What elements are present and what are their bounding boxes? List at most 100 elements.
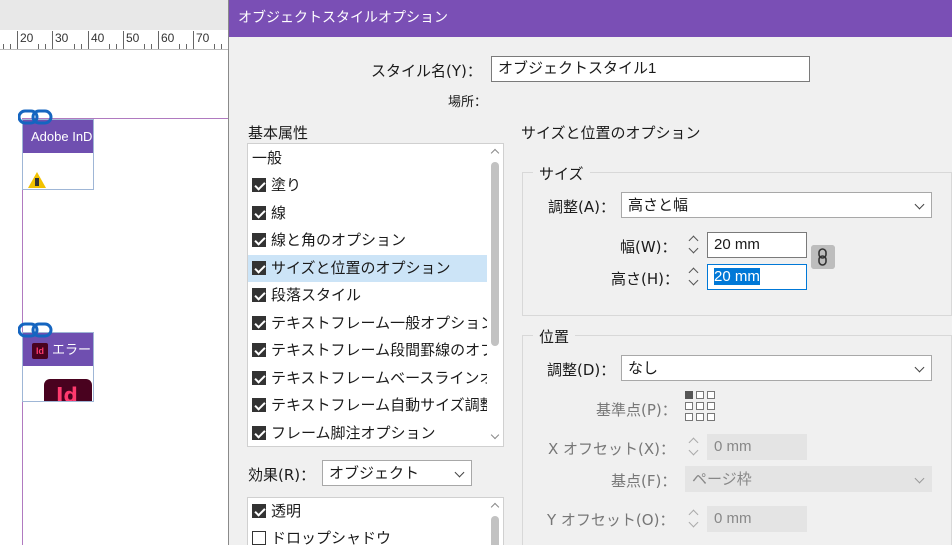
height-stepper[interactable] bbox=[685, 264, 703, 290]
effects-scrollbar[interactable] bbox=[487, 498, 503, 545]
ruler-tick bbox=[52, 31, 53, 49]
x-origin-value: ページ枠 bbox=[692, 470, 752, 488]
list-item-stroke[interactable]: 線 bbox=[248, 200, 488, 227]
height-input[interactable]: 20 mm bbox=[707, 264, 807, 290]
effects-list[interactable]: 透明 ドロップシャドウ bbox=[247, 497, 504, 545]
ruler-tick bbox=[144, 44, 145, 49]
checkbox[interactable] bbox=[252, 398, 266, 412]
ruler-tick bbox=[186, 44, 187, 49]
list-item-fill[interactable]: 塗り bbox=[248, 172, 488, 199]
ruler-tick bbox=[81, 44, 82, 49]
width-stepper[interactable] bbox=[685, 232, 703, 258]
size-adjust-value: 高さと幅 bbox=[628, 196, 689, 214]
scroll-up-icon[interactable] bbox=[490, 148, 500, 158]
position-adjust-value: なし bbox=[628, 359, 659, 377]
checkbox[interactable] bbox=[252, 531, 266, 545]
effects-select-value: オブジェクト bbox=[329, 464, 420, 482]
checkbox[interactable] bbox=[252, 288, 266, 302]
warning-mark bbox=[35, 178, 39, 186]
list-item-text-frame-auto-size[interactable]: テキストフレーム自動サイズ調整オプション bbox=[248, 392, 488, 419]
chevron-down-icon[interactable] bbox=[688, 243, 699, 254]
position-adjust-label: 調整(D)： bbox=[547, 361, 616, 379]
checkbox[interactable] bbox=[252, 426, 266, 440]
list-item-label: テキストフレーム一般オプション bbox=[271, 314, 488, 332]
ruler-number: 20 bbox=[20, 31, 34, 45]
constrain-proportions-link-icon[interactable] bbox=[811, 245, 835, 269]
list-item-frame-footnotes[interactable]: フレーム脚注オプション bbox=[248, 420, 488, 446]
indesign-large-icon: Id bbox=[44, 379, 92, 401]
image-frame-2[interactable]: Id エラーレ Id bbox=[22, 332, 94, 402]
ruler-tick bbox=[88, 31, 89, 49]
horizontal-ruler[interactable]: 20 30 40 50 60 70 bbox=[0, 30, 228, 50]
reference-point-locator-icon[interactable] bbox=[685, 391, 717, 423]
scroll-thumb[interactable] bbox=[491, 162, 499, 346]
ruler-tick bbox=[193, 31, 194, 49]
list-item-label: テキストフレーム自動サイズ調整オプション bbox=[271, 396, 488, 414]
height-input-selected-text: 20 mm bbox=[714, 268, 760, 285]
position-adjust-select[interactable]: なし bbox=[621, 355, 932, 381]
chevron-down-icon[interactable] bbox=[688, 517, 699, 528]
list-item-text-frame-baseline[interactable]: テキストフレームベースラインオプション bbox=[248, 365, 488, 392]
list-scrollbar[interactable] bbox=[487, 144, 503, 446]
size-group-title: サイズ bbox=[533, 163, 590, 184]
checkbox[interactable] bbox=[252, 343, 266, 357]
position-group-title: 位置 bbox=[533, 326, 576, 347]
ruler-number: 50 bbox=[126, 31, 140, 45]
x-offset-input[interactable]: 0 mm bbox=[707, 434, 807, 460]
ruler-tick bbox=[123, 31, 124, 49]
list-item-label: 線 bbox=[271, 204, 287, 222]
panel-title: サイズと位置のオプション bbox=[521, 124, 701, 142]
y-offset-stepper[interactable] bbox=[685, 506, 703, 532]
y-offset-input[interactable]: 0 mm bbox=[707, 506, 807, 532]
list-item-general[interactable]: 一般 bbox=[248, 145, 488, 172]
chevron-down-icon[interactable] bbox=[688, 445, 699, 456]
checkbox[interactable] bbox=[252, 316, 266, 330]
frame-label-text: エラーレ bbox=[52, 342, 93, 357]
scroll-thumb[interactable] bbox=[491, 516, 499, 545]
checkbox[interactable] bbox=[252, 261, 266, 275]
list-item-text-frame-general[interactable]: テキストフレーム一般オプション bbox=[248, 310, 488, 337]
list-item-size-position-options[interactable]: サイズと位置のオプション bbox=[248, 255, 488, 282]
ruler-tick bbox=[10, 44, 11, 49]
size-adjust-label: 調整(A)： bbox=[548, 198, 615, 216]
y-offset-label: Y オフセット(O)： bbox=[547, 511, 675, 529]
ruler-tick bbox=[45, 44, 46, 49]
link-icon[interactable] bbox=[18, 109, 54, 125]
dialog-title[interactable]: オブジェクトスタイルオプション bbox=[229, 0, 952, 37]
object-style-options-dialog: オブジェクトスタイルオプション スタイル名(Y)： オブジェクトスタイル1 場所… bbox=[228, 0, 952, 545]
list-item-paragraph-styles[interactable]: 段落スタイル bbox=[248, 282, 488, 309]
checkbox[interactable] bbox=[252, 206, 266, 220]
style-name-label: スタイル名(Y)： bbox=[371, 62, 482, 80]
list-item-text-frame-column-rules[interactable]: テキストフレーム段間罫線のオプション bbox=[248, 337, 488, 364]
checkbox[interactable] bbox=[252, 178, 266, 192]
list-item-label: ドロップシャドウ bbox=[271, 529, 392, 545]
style-name-input[interactable]: オブジェクトスタイル1 bbox=[491, 56, 810, 82]
document-canvas[interactable]: 20 30 40 50 60 70 Adobe InD Idエラーレ Id bbox=[0, 0, 228, 545]
reference-point-label: 基準点(P)： bbox=[596, 401, 677, 419]
checkbox[interactable] bbox=[252, 233, 266, 247]
x-offset-stepper[interactable] bbox=[685, 434, 703, 460]
ruler-tick bbox=[151, 44, 152, 49]
scroll-down-icon[interactable] bbox=[490, 430, 500, 440]
scroll-up-icon[interactable] bbox=[490, 502, 500, 512]
ruler-tick bbox=[179, 44, 180, 49]
list-item-drop-shadow[interactable]: ドロップシャドウ bbox=[248, 525, 488, 545]
effects-label: 効果(R)： bbox=[248, 466, 316, 484]
list-item-stroke-corner-options[interactable]: 線と角のオプション bbox=[248, 227, 488, 254]
checkbox[interactable] bbox=[252, 371, 266, 385]
effects-select[interactable]: オブジェクト bbox=[322, 460, 472, 486]
basic-attributes-list[interactable]: 一般 塗り 線 線と角のオプション サイズと位置のオプション 段落スタイル テキ… bbox=[247, 143, 504, 447]
list-item-label: 透明 bbox=[271, 502, 302, 520]
size-adjust-select[interactable]: 高さと幅 bbox=[621, 192, 932, 218]
list-item-label: テキストフレーム段間罫線のオプション bbox=[271, 341, 488, 359]
indesign-icon: Id bbox=[32, 342, 48, 359]
checkbox[interactable] bbox=[252, 504, 266, 518]
ruler-tick bbox=[158, 31, 159, 49]
width-input[interactable]: 20 mm bbox=[707, 232, 807, 258]
ruler-number: 70 bbox=[196, 31, 210, 45]
x-origin-select[interactable]: ページ枠 bbox=[685, 466, 932, 492]
list-item-transparency[interactable]: 透明 bbox=[248, 498, 488, 525]
width-label: 幅(W)： bbox=[620, 238, 677, 256]
link-icon[interactable] bbox=[18, 322, 54, 338]
chevron-down-icon[interactable] bbox=[688, 275, 699, 286]
